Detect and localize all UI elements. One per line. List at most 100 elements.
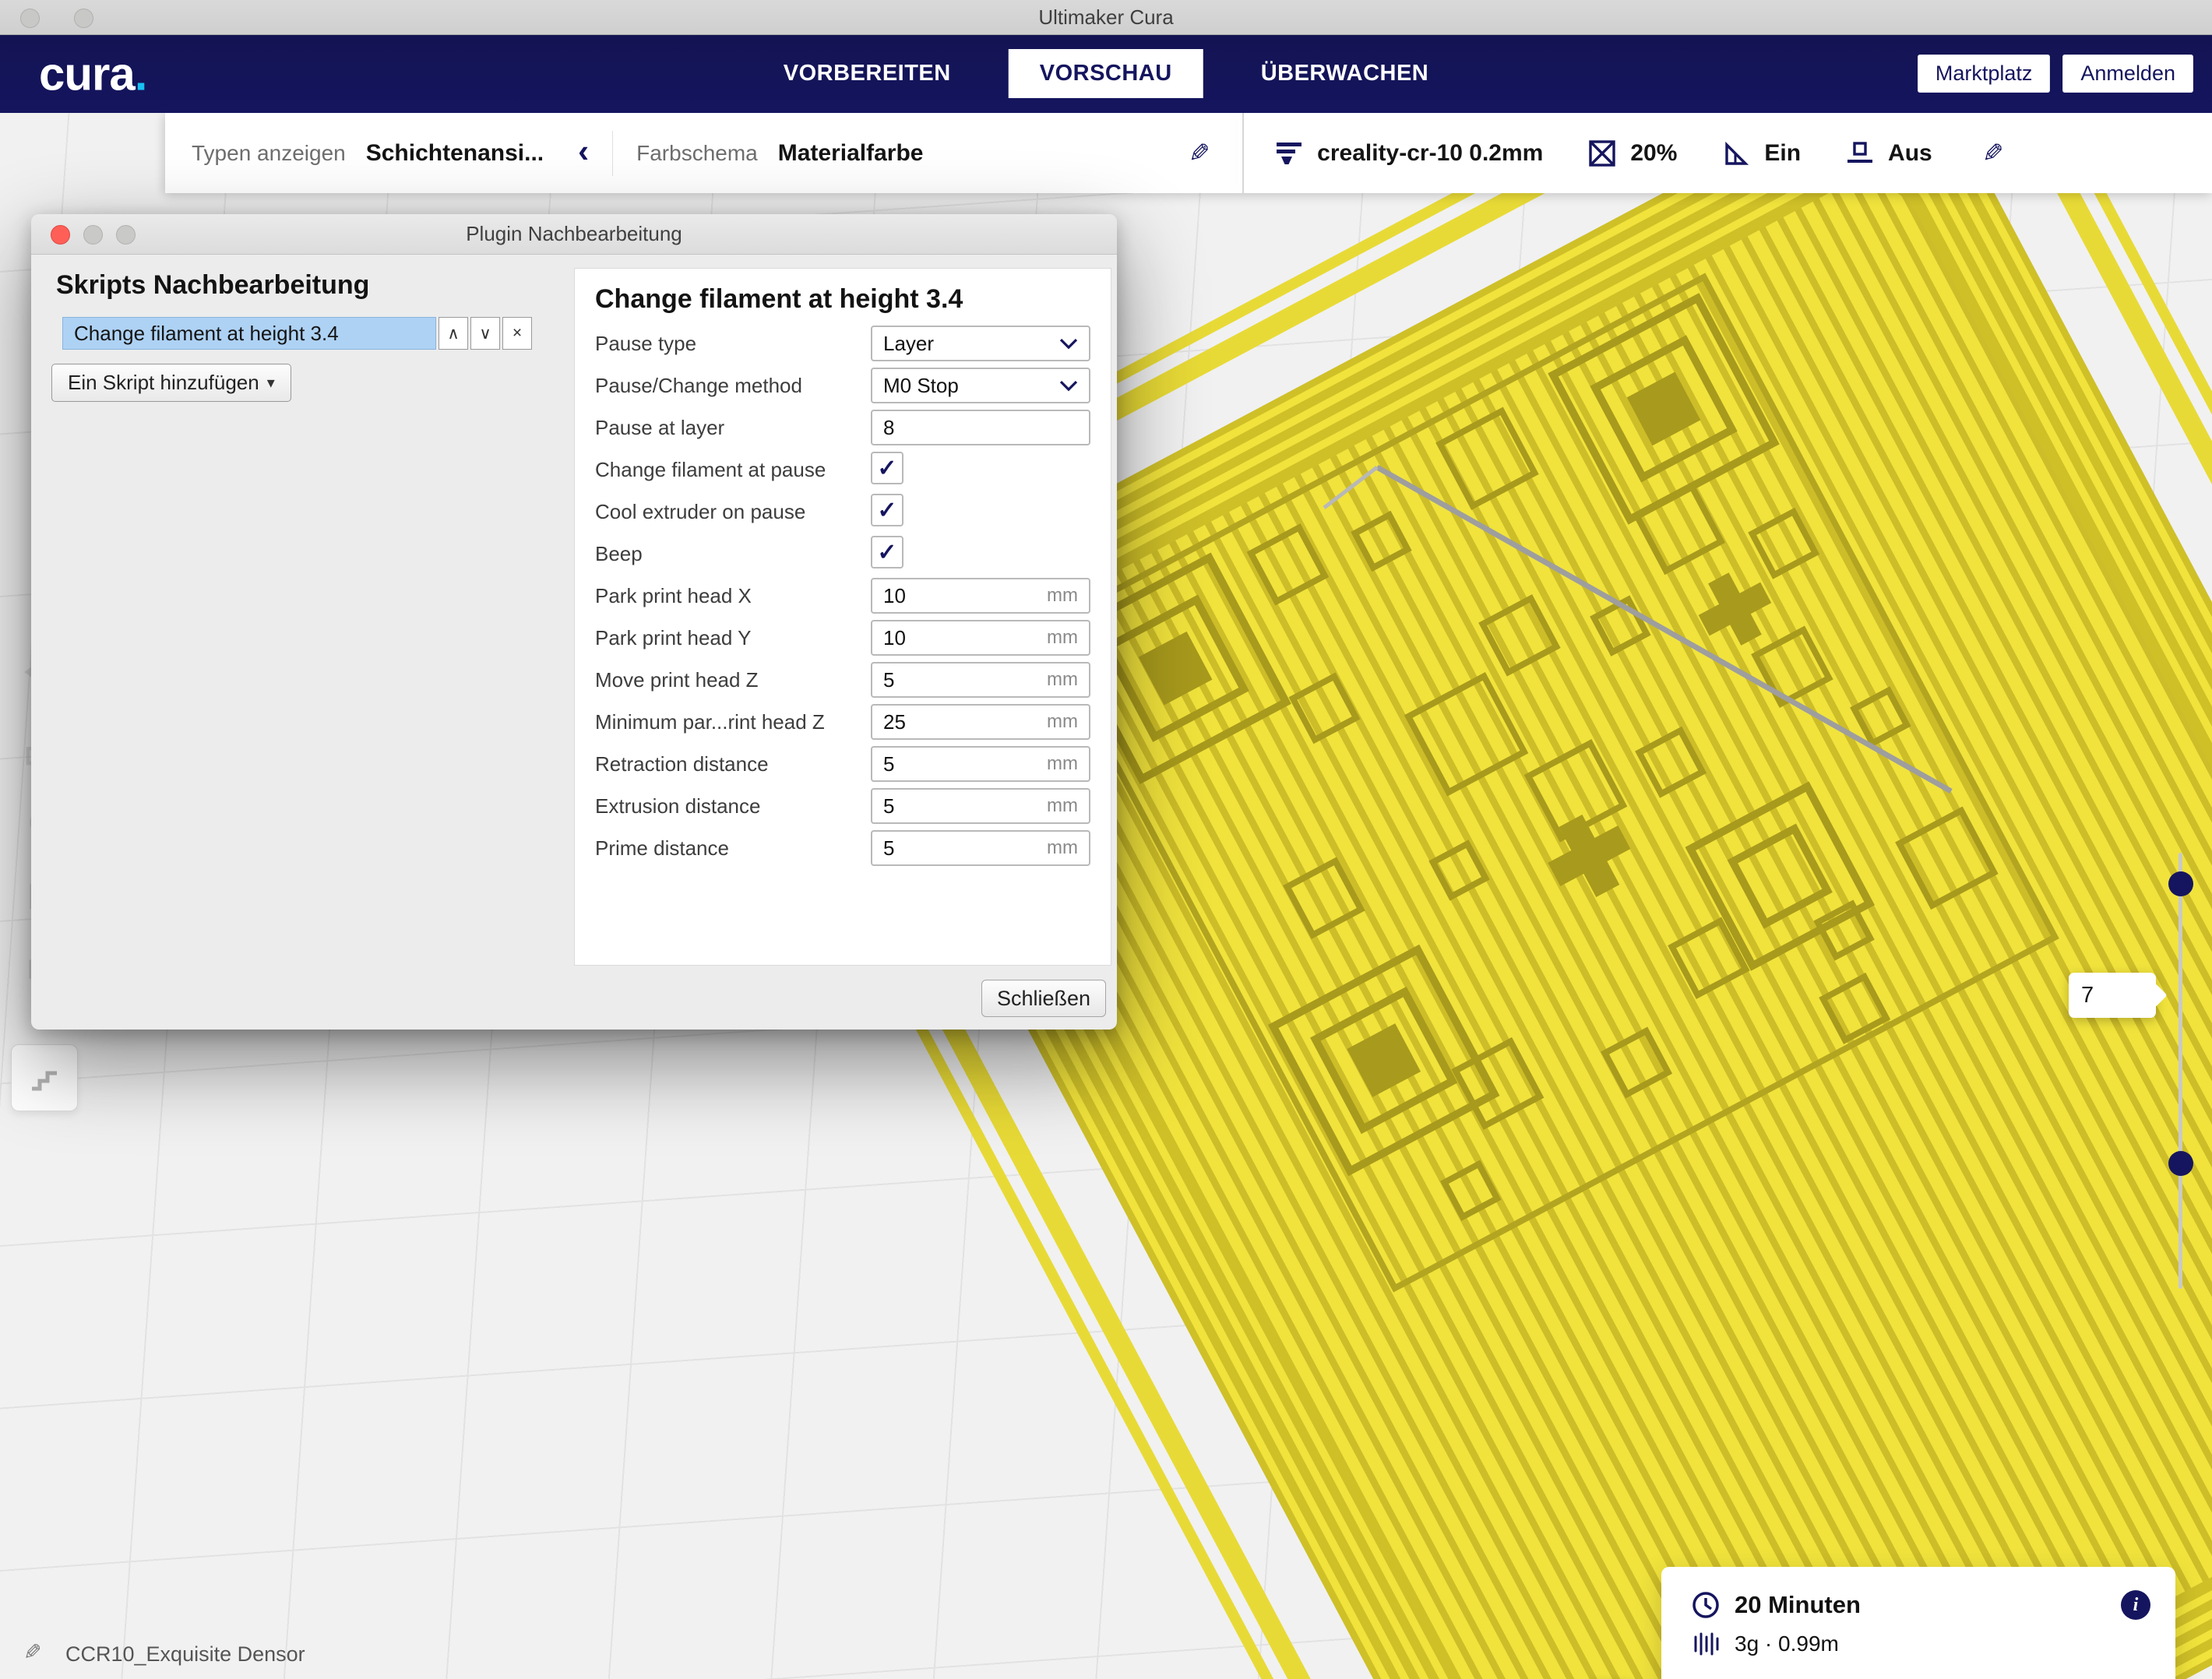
unit-label: mm [1047, 711, 1078, 733]
field-label: Pause type [595, 332, 866, 356]
field-checkbox[interactable]: ✓ [871, 536, 903, 568]
infill-value: 20% [1630, 140, 1677, 167]
field-row: Pause/Change methodM0 Stop [595, 368, 1097, 403]
layer-number-value: 7 [2081, 983, 2094, 1008]
field-label: Park print head Y [595, 626, 866, 650]
view-type-value[interactable]: Schichtenansi... [366, 140, 544, 167]
add-script-button[interactable]: Ein Skript hinzufügen ▾ [51, 364, 291, 402]
field-row: Change filament at pause✓ [595, 452, 1097, 488]
field-label: Prime distance [595, 836, 866, 861]
field-input[interactable]: 8 [871, 410, 1090, 445]
unit-label: mm [1047, 753, 1078, 775]
layer-slider-track[interactable] [2179, 853, 2182, 1289]
tab-vorbereiten[interactable]: VORBEREITEN [777, 49, 957, 98]
print-time-estimate: 20 Minuten [1735, 1591, 1861, 1619]
field-row: Pause at layer8 [595, 410, 1097, 445]
signin-button[interactable]: Anmelden [2062, 55, 2193, 93]
steps-icon [26, 1059, 63, 1096]
window-titlebar: Ultimaker Cura [0, 0, 2212, 35]
infill-icon [1587, 138, 1618, 169]
divider [612, 131, 613, 176]
field-row: Retraction distance5mm [595, 746, 1097, 782]
field-row: Park print head X10mm [595, 578, 1097, 614]
collapse-panel-icon[interactable]: ‹ [578, 135, 589, 172]
field-input[interactable]: 5mm [871, 662, 1090, 698]
layer-number-field[interactable]: 7 [2069, 973, 2156, 1018]
remove-script-button[interactable]: × [502, 317, 532, 350]
print-settings-icon [1273, 138, 1305, 169]
field-select[interactable]: M0 Stop [871, 368, 1090, 403]
view-type-label: Typen anzeigen [192, 141, 346, 166]
field-checkbox[interactable]: ✓ [871, 494, 903, 526]
app-header: cura. VORBEREITEN VORSCHAU ÜBERWACHEN Ma… [0, 34, 2212, 113]
field-label: Pause/Change method [595, 374, 866, 398]
material-usage-icon [1692, 1631, 1721, 1657]
window-controls [20, 9, 93, 28]
logo-dot: . [135, 48, 147, 100]
rename-model-icon[interactable]: ✎ [23, 1639, 41, 1665]
info-icon[interactable]: i [2121, 1590, 2150, 1620]
support-group[interactable]: Ein [1721, 138, 1801, 169]
field-label: Change filament at pause [595, 458, 866, 482]
window-title: Ultimaker Cura [1038, 5, 1173, 30]
tab-ueberwachen[interactable]: ÜBERWACHEN [1255, 49, 1435, 98]
field-label: Move print head Z [595, 668, 866, 692]
dialog-close-button[interactable] [51, 225, 70, 245]
selected-script-item[interactable]: Change filament at height 3.4 [62, 317, 436, 350]
layer-slider-bottom-handle[interactable] [2168, 1151, 2193, 1176]
field-checkbox[interactable]: ✓ [871, 452, 903, 484]
window-minimize-button[interactable] [74, 9, 93, 28]
field-input[interactable]: 25mm [871, 704, 1090, 740]
layer-slider-top-handle[interactable] [2168, 871, 2193, 896]
field-row: Extrusion distance5mm [595, 788, 1097, 824]
infill-group[interactable]: 20% [1587, 138, 1677, 169]
adhesion-value: Aus [1888, 140, 1932, 167]
color-scheme-value[interactable]: Materialfarbe [778, 140, 924, 167]
add-script-label: Ein Skript hinzufügen [68, 371, 259, 395]
edit-print-settings-icon[interactable]: ✎ [1982, 138, 2004, 168]
script-settings-card: Change filament at height 3.4 Pause type… [574, 268, 1111, 966]
model-name: CCR10_Exquisite Densor [65, 1642, 305, 1667]
unit-label: mm [1047, 795, 1078, 817]
settings-heading: Change filament at height 3.4 [575, 269, 1111, 326]
cura-logo: cura. [39, 47, 146, 100]
dialog-zoom-button[interactable] [116, 225, 136, 245]
field-label: Retraction distance [595, 752, 866, 776]
field-input[interactable]: 5mm [871, 830, 1090, 866]
close-dialog-button[interactable]: Schließen [981, 980, 1106, 1017]
move-script-down-button[interactable]: ∨ [470, 317, 500, 350]
field-input[interactable]: 10mm [871, 578, 1090, 614]
dialog-minimize-button[interactable] [83, 225, 103, 245]
dialog-title: Plugin Nachbearbeitung [466, 222, 682, 246]
post-processing-dialog: Plugin Nachbearbeitung Skripts Nachbearb… [31, 214, 1117, 1030]
unit-label: mm [1047, 585, 1078, 607]
object-list-button[interactable] [11, 1044, 78, 1111]
support-value: Ein [1764, 140, 1801, 167]
field-input[interactable]: 10mm [871, 620, 1090, 656]
printer-profile-group[interactable]: creality-cr-10 0.2mm [1273, 138, 1543, 169]
marketplace-button[interactable]: Marktplatz [1918, 55, 2051, 93]
adhesion-group[interactable]: Aus [1844, 138, 1932, 169]
print-job-panel: 20 Minuten i 3g · 0.99m Print with OctoP… [1661, 1567, 2175, 1679]
chevron-down-icon [1059, 380, 1078, 392]
field-row: Park print head Y10mm [595, 620, 1097, 656]
move-script-up-button[interactable]: ∧ [439, 317, 468, 350]
field-input[interactable]: 5mm [871, 746, 1090, 782]
field-label: Beep [595, 542, 866, 566]
unit-label: mm [1047, 837, 1078, 859]
stage-tabs: VORBEREITEN VORSCHAU ÜBERWACHEN [777, 34, 1435, 113]
field-select[interactable]: Layer [871, 326, 1090, 361]
dropdown-arrow-icon: ▾ [267, 373, 275, 392]
window-close-button[interactable] [20, 9, 40, 28]
tab-vorschau[interactable]: VORSCHAU [1009, 49, 1203, 98]
scripts-heading: Skripts Nachbearbeitung [56, 270, 369, 301]
field-input[interactable]: 5mm [871, 788, 1090, 824]
support-icon [1721, 138, 1752, 169]
edit-color-scheme-icon[interactable]: ✎ [1189, 138, 1210, 168]
field-row: Pause typeLayer [595, 326, 1097, 361]
section-divider [1242, 113, 1244, 193]
chevron-down-icon [1059, 338, 1078, 350]
field-label: Pause at layer [595, 416, 866, 440]
field-row: Beep✓ [595, 536, 1097, 572]
field-row: Prime distance5mm [595, 830, 1097, 866]
